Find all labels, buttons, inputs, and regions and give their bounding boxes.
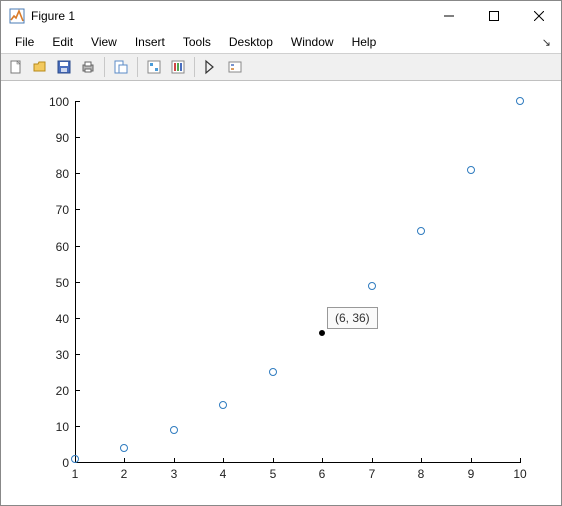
menu-insert[interactable]: Insert [127,33,173,51]
matlab-icon [9,8,25,24]
insert-legend-button[interactable] [224,56,246,78]
ytick-label: 90 [39,131,69,145]
ytick-mark [75,426,80,427]
ytick-mark [75,354,80,355]
xtick-label: 4 [208,467,238,481]
edit-plot-button[interactable] [200,56,222,78]
data-point[interactable] [269,368,277,376]
xtick-mark [124,458,125,463]
data-point[interactable] [120,444,128,452]
xtick-mark [520,458,521,463]
titlebar: Figure 1 [1,1,561,31]
maximize-button[interactable] [471,2,516,31]
ytick-label: 10 [39,420,69,434]
menu-view[interactable]: View [83,33,125,51]
menu-desktop[interactable]: Desktop [221,33,281,51]
xtick-mark [223,458,224,463]
ytick-label: 40 [39,312,69,326]
ytick-mark [75,390,80,391]
ytick-label: 50 [39,276,69,290]
toolbar-separator [194,57,195,77]
xtick-label: 3 [159,467,189,481]
menu-window[interactable]: Window [283,33,342,51]
menu-file[interactable]: File [7,33,42,51]
xtick-label: 9 [456,467,486,481]
data-point[interactable] [516,97,524,105]
xtick-mark [421,458,422,463]
window-title: Figure 1 [31,9,426,23]
menubar: File Edit View Insert Tools Desktop Wind… [1,31,561,53]
data-point[interactable] [170,426,178,434]
minimize-button[interactable] [426,2,471,31]
ytick-mark [75,101,80,102]
xtick-label: 6 [307,467,337,481]
ytick-mark [75,282,80,283]
data-point-selected[interactable] [319,330,325,336]
xtick-mark [372,458,373,463]
xtick-label: 7 [357,467,387,481]
colorbar-button[interactable] [167,56,189,78]
xtick-label: 5 [258,467,288,481]
ytick-label: 30 [39,348,69,362]
axes-frame [75,101,520,463]
open-button[interactable] [29,56,51,78]
toolbar [1,53,561,81]
ytick-mark [75,318,80,319]
ytick-label: 100 [39,95,69,109]
ytick-mark [75,246,80,247]
ytick-mark [75,173,80,174]
new-figure-button[interactable] [5,56,27,78]
data-tip-text: (6, 36) [335,311,370,325]
data-point[interactable] [417,227,425,235]
menu-edit[interactable]: Edit [44,33,81,51]
xtick-label: 8 [406,467,436,481]
xtick-label: 1 [60,467,90,481]
data-point[interactable] [219,401,227,409]
data-point[interactable] [71,455,79,463]
close-button[interactable] [516,2,561,31]
data-point[interactable] [467,166,475,174]
link-plot-button[interactable] [143,56,165,78]
ytick-mark [75,137,80,138]
ytick-label: 20 [39,384,69,398]
data-point[interactable] [368,282,376,290]
xtick-mark [471,458,472,463]
axes[interactable]: 0 10 20 30 40 50 60 70 80 90 100 1 2 3 4… [1,81,561,505]
save-button[interactable] [53,56,75,78]
xtick-mark [322,458,323,463]
ytick-mark [75,209,80,210]
ytick-label: 60 [39,240,69,254]
menu-tools[interactable]: Tools [175,33,219,51]
xtick-label: 2 [109,467,139,481]
print-preview-button[interactable] [110,56,132,78]
xtick-mark [273,458,274,463]
toolbar-separator [104,57,105,77]
dock-arrow-icon[interactable]: ↘ [542,36,555,49]
ytick-label: 80 [39,167,69,181]
print-button[interactable] [77,56,99,78]
data-tip[interactable]: (6, 36) [327,307,378,329]
toolbar-separator [137,57,138,77]
ytick-label: 70 [39,203,69,217]
menu-help[interactable]: Help [344,33,385,51]
xtick-label: 10 [505,467,535,481]
xtick-mark [174,458,175,463]
